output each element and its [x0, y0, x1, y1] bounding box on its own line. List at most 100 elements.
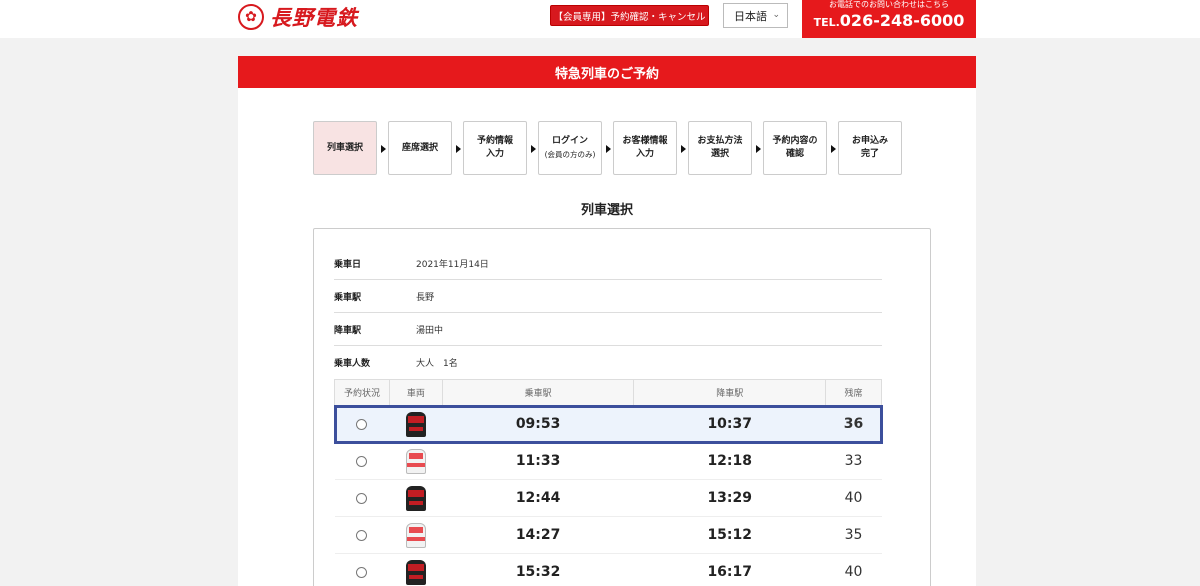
row-status[interactable]	[334, 553, 390, 586]
info-label: 降車駅	[334, 325, 362, 336]
site-header: ✿ 長野電鉄 【会員専用】予約確認・キャンセル 日本語 ⌄ お電話でのお問い合わ…	[0, 0, 1200, 38]
row-arrival-time: 10:37	[633, 405, 826, 443]
step-subtitle: 完了	[860, 149, 879, 159]
radio-button[interactable]	[356, 492, 368, 504]
train-white-icon	[405, 448, 426, 474]
step-label: 列車選択	[327, 142, 363, 155]
step-label: 予約内容の 確認	[772, 135, 817, 161]
row-status[interactable]	[334, 479, 390, 517]
radio-button[interactable]	[356, 418, 368, 430]
row-arrival-time: 16:17	[633, 553, 826, 586]
step-arrow-icon	[381, 145, 386, 153]
row-seats: 33	[825, 442, 882, 480]
step-1: 列車選択	[313, 121, 377, 175]
train-dark-icon	[405, 411, 426, 437]
step-subtitle: 入力	[635, 149, 654, 159]
radio-button[interactable]	[356, 455, 368, 467]
step-title: 予約内容の	[772, 136, 818, 146]
table-header-row: 予約状況 車両 乗車駅 降車駅 残席	[334, 379, 882, 406]
train-white-icon	[405, 522, 426, 548]
info-value: 2021年11月14日	[416, 259, 489, 270]
train-dark-icon	[405, 485, 426, 511]
step-subtitle: 入力	[485, 149, 504, 159]
step-title: 予約情報	[476, 136, 513, 146]
row-arrival-time: 12:18	[633, 442, 826, 480]
row-departure-time: 15:32	[442, 553, 634, 586]
step-title: 列車選択	[326, 142, 363, 153]
step-arrow-icon	[831, 145, 836, 153]
row-seats: 35	[825, 516, 882, 554]
row-vehicle	[389, 405, 443, 443]
col-header-seats: 残席	[825, 379, 882, 406]
step-3: 予約情報 入力	[463, 121, 527, 175]
row-seats: 40	[825, 553, 882, 586]
info-value: 大人 1名	[416, 359, 458, 369]
step-title: 座席選択	[401, 142, 438, 153]
logo-text: 長野電鉄	[270, 5, 358, 30]
step-7: 予約内容の 確認	[763, 121, 827, 175]
info-row-arrival: 降車駅 湯田中	[334, 313, 882, 346]
language-value: 日本語	[734, 9, 767, 23]
logo[interactable]: ✿ 長野電鉄	[238, 4, 358, 30]
step-label: お支払方法 選択	[697, 135, 742, 161]
train-table: 予約状況 車両 乗車駅 降車駅 残席 09:53 10:37 36 11:33 12:1…	[333, 379, 883, 586]
step-label: 予約情報 入力	[477, 135, 513, 161]
table-row[interactable]: 11:33 12:18 33	[334, 442, 882, 480]
tel-contact-box[interactable]: お電話でのお問い合わせはこちら TEL.026-248-6000	[802, 0, 976, 38]
row-seats: 36	[825, 405, 882, 443]
step-arrow-icon	[606, 145, 611, 153]
table-row[interactable]: 09:53 10:37 36	[333, 404, 883, 444]
row-vehicle	[389, 479, 443, 517]
step-label: お客様情報 入力	[622, 135, 667, 161]
radio-button[interactable]	[356, 566, 368, 578]
row-status[interactable]	[334, 405, 390, 443]
col-header-status: 予約状況	[334, 379, 390, 406]
step-4: ログイン (会員の方のみ)	[538, 121, 602, 175]
tel-note: お電話でのお問い合わせはこちら	[829, 0, 949, 9]
col-header-vehicle: 車両	[388, 379, 443, 406]
selection-box: 乗車日 2021年11月14日 乗車駅 長野 降車駅 湯田中 乗車人数 大人 1…	[313, 228, 931, 586]
info-row-passengers: 乗車人数 大人 1名	[334, 346, 882, 379]
step-2: 座席選択	[388, 121, 452, 175]
step-title: お申込み	[851, 136, 888, 146]
row-departure-time: 14:27	[442, 516, 634, 554]
row-vehicle	[389, 442, 443, 480]
step-subtitle: 確認	[785, 149, 804, 159]
info-value: 湯田中	[416, 325, 444, 336]
step-label: お申込み 完了	[852, 135, 888, 161]
tel-digits: 026-248-6000	[839, 11, 965, 30]
row-arrival-time: 15:12	[633, 516, 826, 554]
step-label: 座席選択	[402, 142, 438, 155]
row-status[interactable]	[334, 442, 390, 480]
step-arrow-icon	[456, 145, 461, 153]
row-arrival-time: 13:29	[633, 479, 826, 517]
step-title: お客様情報	[622, 136, 668, 146]
tel-number: TEL.026-248-6000	[802, 10, 976, 34]
step-subtitle: (会員の方のみ)	[544, 150, 596, 159]
col-header-departure: 乗車駅	[441, 379, 635, 406]
step-title: お支払方法	[697, 136, 743, 146]
col-header-arrival: 降車駅	[633, 379, 827, 406]
table-row[interactable]: 14:27 15:12 35	[334, 516, 882, 554]
section-title: 列車選択	[580, 203, 633, 218]
page-title: 特急列車のご予約	[238, 56, 976, 88]
chevron-down-icon: ⌄	[772, 10, 780, 20]
info-label: 乗車駅	[334, 292, 362, 303]
info-row-departure: 乗車駅 長野	[334, 280, 882, 313]
row-status[interactable]	[334, 516, 390, 554]
radio-button[interactable]	[356, 529, 368, 541]
reservation-panel: 特急列車のご予約 列車選択 座席選択 予約情報入力 ログイン (会員の方のみ) お客様情報…	[238, 56, 976, 586]
table-row[interactable]: 15:32 16:17 40	[334, 553, 882, 586]
logo-emblem-icon: ✿	[238, 4, 264, 30]
step-arrow-icon	[756, 145, 761, 153]
step-label: ログイン (会員の方のみ)	[545, 135, 596, 161]
language-select[interactable]: 日本語 ⌄	[723, 3, 788, 28]
tel-prefix: TEL.	[813, 16, 840, 29]
info-value: 長野	[416, 292, 435, 303]
row-vehicle	[389, 553, 443, 586]
row-seats: 40	[825, 479, 882, 517]
step-arrow-icon	[531, 145, 536, 153]
member-reservation-button[interactable]: 【会員専用】予約確認・キャンセル	[550, 5, 709, 26]
step-6: お支払方法 選択	[688, 121, 752, 175]
table-row[interactable]: 12:44 13:29 40	[334, 479, 882, 517]
